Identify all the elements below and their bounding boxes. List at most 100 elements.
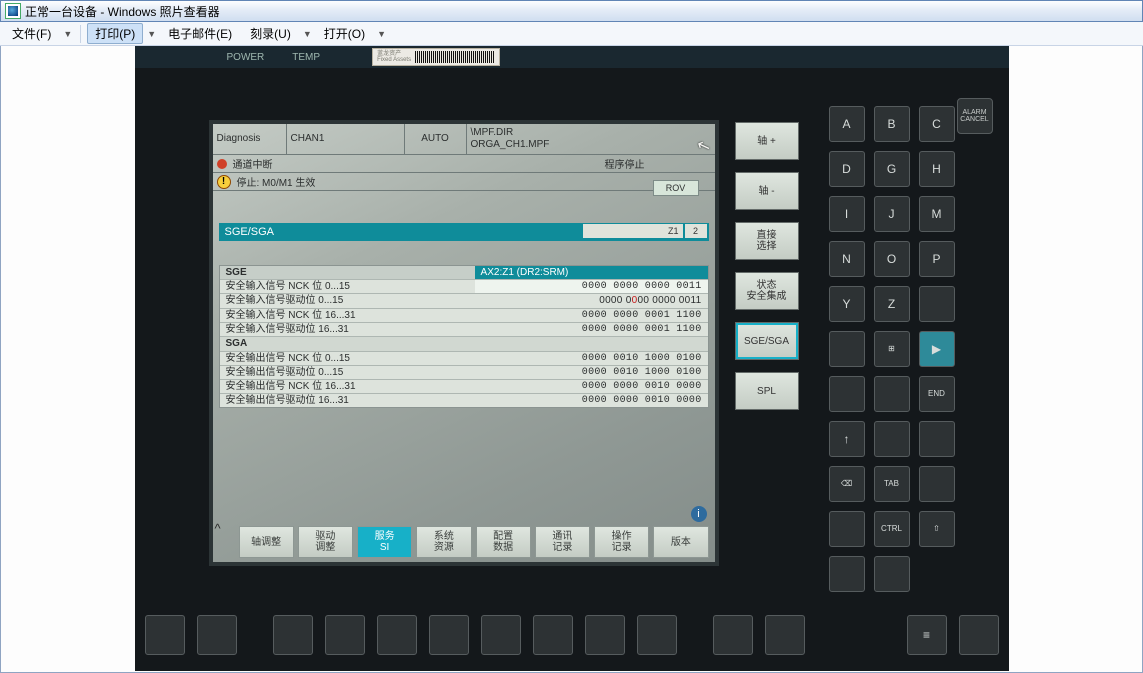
softkey-comm-log[interactable]: 通讯记录	[535, 526, 590, 558]
hard-key[interactable]	[765, 615, 805, 655]
softkey-axis-minus[interactable]: 轴 -	[735, 172, 799, 210]
key-backspace[interactable]: ⌫	[829, 466, 865, 502]
table-row-value: 0000 0000 0000 0011	[475, 280, 708, 293]
softkey-axis-adjust[interactable]: 轴调整	[239, 526, 294, 558]
hard-key[interactable]	[919, 466, 955, 502]
barcode-icon	[415, 51, 495, 63]
cnc-panel-photo: POWER TEMP 蓝龙资产 Fixed Assets ALARM CANCE…	[135, 46, 1009, 671]
asset-tag: 蓝龙资产 Fixed Assets	[372, 48, 500, 66]
expand-icon[interactable]: ^	[215, 521, 221, 536]
menu-file[interactable]: 文件(F)	[4, 23, 59, 44]
softkey-config-data[interactable]: 配置数据	[476, 526, 531, 558]
hard-key[interactable]	[919, 286, 955, 322]
table-row-value: 0000 0000 0001 1100	[475, 323, 708, 336]
stop-message: 停止: M0/M1 生效	[237, 174, 316, 189]
hard-key[interactable]	[959, 615, 999, 655]
info-icon[interactable]: i	[691, 506, 707, 522]
key-m[interactable]: M	[919, 196, 955, 232]
hard-key[interactable]	[874, 421, 910, 457]
vertical-softkeys: 轴 + 轴 - 直接选择 状态安全集成 SGE/SGA SPL	[735, 122, 799, 460]
sge-sga-title-bar: SGE/SGA Z1 2	[219, 223, 709, 241]
alpha-keypad: A B C D G H I J M N O P Y Z ⊞ ▶ END ↑ ⌫ …	[829, 106, 999, 592]
key-h[interactable]: H	[919, 151, 955, 187]
axis-name-field[interactable]: Z1	[583, 224, 683, 238]
key-ctrl[interactable]: CTRL	[874, 511, 910, 547]
hard-key[interactable]	[637, 615, 677, 655]
table-row-label: 安全输出信号 NCK 位 16...31	[220, 380, 475, 393]
menu-burn[interactable]: 刻录(U)	[242, 23, 299, 44]
menu-bar: 文件(F)▼ 打印(P)▼ 电子邮件(E) 刻录(U)▼ 打开(O)▼	[0, 22, 1143, 46]
chevron-down-icon: ▼	[61, 29, 74, 39]
softkey-direct-select[interactable]: 直接选择	[735, 222, 799, 260]
temp-led-label: TEMP	[292, 52, 320, 63]
window-titlebar: 正常一台设备 - Windows 照片查看器	[0, 0, 1143, 22]
hard-key[interactable]	[481, 615, 521, 655]
key-j[interactable]: J	[874, 196, 910, 232]
key-z[interactable]: Z	[874, 286, 910, 322]
key-next-window[interactable]: ⊞	[874, 331, 910, 367]
hard-key[interactable]	[874, 376, 910, 412]
table-row-label: 安全输入信号驱动位 16...31	[220, 323, 475, 336]
key-c[interactable]: C	[919, 106, 955, 142]
table-row-label: 安全输出信号驱动位 16...31	[220, 394, 475, 407]
table-row-value: 0000 0010 1000 0100	[475, 352, 708, 365]
hard-key[interactable]	[829, 331, 865, 367]
hard-key[interactable]	[585, 615, 625, 655]
key-p[interactable]: P	[919, 241, 955, 277]
table-row-label: 安全输入信号驱动位 0...15	[220, 294, 475, 308]
chevron-down-icon: ▼	[375, 29, 388, 39]
app-icon	[5, 3, 21, 19]
key-o[interactable]: O	[874, 241, 910, 277]
menu-email[interactable]: 电子邮件(E)	[160, 23, 240, 44]
key-i[interactable]: I	[829, 196, 865, 232]
softkey-drive-adjust[interactable]: 驱动调整	[298, 526, 353, 558]
table-row-label: 安全输入信号 NCK 位 16...31	[220, 309, 475, 322]
hard-key[interactable]: ≡	[907, 615, 947, 655]
hard-key[interactable]	[377, 615, 417, 655]
warning-icon: !	[217, 175, 231, 189]
key-y[interactable]: Y	[829, 286, 865, 322]
key-n[interactable]: N	[829, 241, 865, 277]
hard-key[interactable]	[273, 615, 313, 655]
softkey-service-si[interactable]: 服务SI	[357, 526, 412, 558]
power-led-label: POWER	[227, 52, 265, 63]
softkey-version[interactable]: 版本	[653, 526, 708, 558]
key-g[interactable]: G	[874, 151, 910, 187]
key-a[interactable]: A	[829, 106, 865, 142]
hard-key[interactable]	[829, 556, 865, 592]
hard-key[interactable]	[429, 615, 469, 655]
hard-key[interactable]	[533, 615, 573, 655]
hard-key[interactable]	[713, 615, 753, 655]
softkey-system-resource[interactable]: 系统资源	[416, 526, 471, 558]
hard-key[interactable]	[874, 556, 910, 592]
softkey-sge-sga[interactable]: SGE/SGA	[735, 322, 799, 360]
key-tab[interactable]: TAB	[874, 466, 910, 502]
hard-key[interactable]: ↑	[829, 421, 865, 457]
hard-key[interactable]	[829, 376, 865, 412]
hard-key[interactable]	[919, 421, 955, 457]
chevron-down-icon: ▼	[301, 29, 314, 39]
screen-header: Diagnosis CHAN1 AUTO \MPF.DIR ORGA_CH1.M…	[213, 124, 715, 155]
hard-key[interactable]	[829, 511, 865, 547]
window-title: 正常一台设备 - Windows 照片查看器	[25, 3, 220, 20]
softkey-op-log[interactable]: 操作记录	[594, 526, 649, 558]
key-shift[interactable]: ⇧	[919, 511, 955, 547]
program-state: 程序停止	[605, 156, 645, 171]
softkey-safety-status[interactable]: 状态安全集成	[735, 272, 799, 310]
key-b[interactable]: B	[874, 106, 910, 142]
hard-key[interactable]	[197, 615, 237, 655]
key-d[interactable]: D	[829, 151, 865, 187]
softkey-axis-plus[interactable]: 轴 +	[735, 122, 799, 160]
table-row-value: 0000 0000 0010 0000	[475, 380, 708, 393]
softkey-spl[interactable]: SPL	[735, 372, 799, 410]
key-end[interactable]: END	[919, 376, 955, 412]
table-row-value: 0000 0010 1000 0100	[475, 366, 708, 379]
menu-open[interactable]: 打开(O)	[316, 23, 373, 44]
table-row-value: 0000 0000 0010 0000	[475, 394, 708, 407]
key-arrow[interactable]: ▶	[919, 331, 955, 367]
table-row-label: 安全输出信号驱动位 0...15	[220, 366, 475, 379]
axis-index-field[interactable]: 2	[685, 224, 707, 238]
hard-key[interactable]	[325, 615, 365, 655]
hard-key[interactable]	[145, 615, 185, 655]
menu-print[interactable]: 打印(P)	[87, 23, 143, 44]
